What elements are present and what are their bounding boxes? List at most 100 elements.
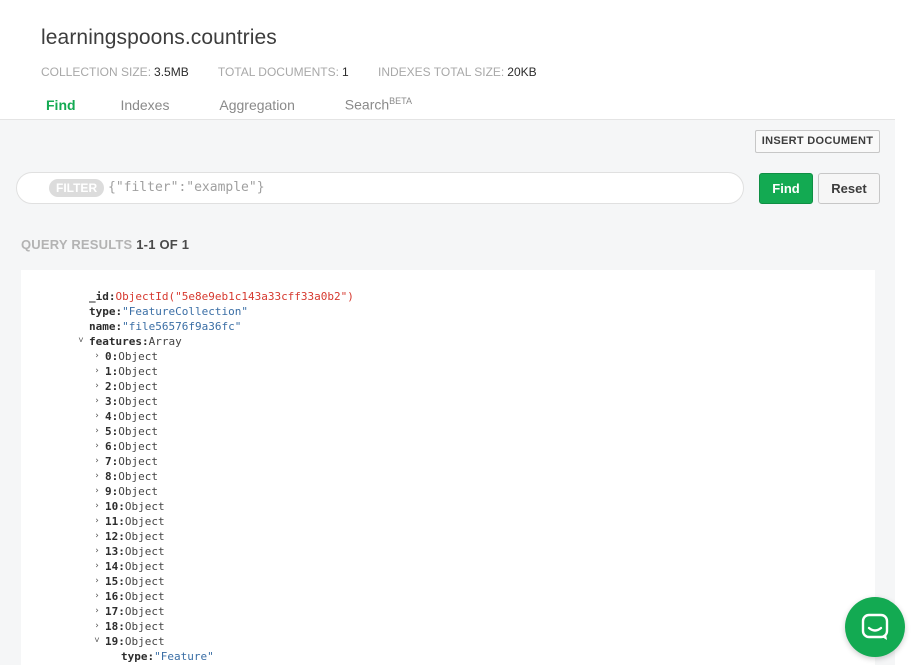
chevron-down-icon[interactable]: ˅ xyxy=(93,634,101,649)
field-content: 19:Object xyxy=(105,634,165,649)
field-key: 6 xyxy=(105,440,112,453)
field-value: Object xyxy=(118,365,158,378)
collection-tabs: Find Indexes Aggregation SearchBETA xyxy=(46,96,458,113)
tab-search[interactable]: SearchBETA xyxy=(345,96,412,113)
field-value: Object xyxy=(124,635,165,648)
field-key: 9 xyxy=(105,485,112,498)
field-value: Object xyxy=(118,395,158,408)
filter-bar[interactable]: FILTER {"filter":"example"} xyxy=(16,172,744,204)
chevron-right-icon[interactable]: › xyxy=(93,424,101,439)
field-value: Object xyxy=(118,440,158,453)
field-content: 1:Object xyxy=(105,364,158,379)
chevron-right-icon[interactable]: › xyxy=(93,574,101,589)
field-value: Object xyxy=(118,455,158,468)
stat-value-total-documents: 1 xyxy=(341,65,349,79)
chevron-right-icon[interactable]: › xyxy=(93,409,101,424)
field-content: 12:Object xyxy=(105,529,165,544)
field-key: 14 xyxy=(105,560,119,573)
stat-value-indexes-size: 20KB xyxy=(507,65,537,79)
field-value: Object xyxy=(124,500,165,513)
field-content: type:"FeatureCollection" xyxy=(89,304,248,319)
query-results-label: QUERY RESULTS 1-1 OF 1 xyxy=(21,237,189,252)
field-value: Object xyxy=(124,560,165,573)
field-key: 15 xyxy=(105,575,119,588)
field-value: Object xyxy=(118,380,158,393)
field-value: Object xyxy=(124,620,165,633)
field-content: 17:Object xyxy=(105,604,165,619)
field-content: 8:Object xyxy=(105,469,158,484)
chevron-right-icon[interactable]: › xyxy=(93,499,101,514)
field-value: "file56576f9a36fc" xyxy=(122,320,242,333)
field-key: type xyxy=(121,650,148,663)
field-key: 11 xyxy=(105,515,119,528)
field-value: "Feature" xyxy=(154,650,214,663)
reset-button[interactable]: Reset xyxy=(818,173,880,204)
field-value: Object xyxy=(118,350,158,363)
collection-header: learningspoons.countries COLLECTION SIZE… xyxy=(0,0,895,120)
field-separator: : xyxy=(118,590,125,603)
field-key: 16 xyxy=(105,590,119,603)
field-separator: : xyxy=(118,515,125,528)
tab-aggregation[interactable]: Aggregation xyxy=(219,97,295,113)
tab-indexes[interactable]: Indexes xyxy=(120,97,169,113)
find-button[interactable]: Find xyxy=(759,173,813,204)
field-value: Object xyxy=(124,530,165,543)
field-key: 3 xyxy=(105,395,112,408)
collection-title: learningspoons.countries xyxy=(41,26,277,49)
collection-stats: COLLECTION SIZE: 3.5MB TOTAL DOCUMENTS: 1 … xyxy=(41,65,563,79)
chevron-right-icon[interactable]: › xyxy=(93,589,101,604)
chat-launcher-button[interactable] xyxy=(845,597,905,657)
field-value: Object xyxy=(124,575,165,588)
field-content: 13:Object xyxy=(105,544,165,559)
tab-find[interactable]: Find xyxy=(46,97,76,113)
chevron-right-icon[interactable]: › xyxy=(93,454,101,469)
field-value: ObjectId("5e8e9eb1c143a33cff33a0b2") xyxy=(115,290,354,303)
find-panel: INSERT DOCUMENT FILTER {"filter":"exampl… xyxy=(0,120,895,670)
field-key: 19 xyxy=(105,635,119,648)
field-key: 13 xyxy=(105,545,119,558)
field-key: _id xyxy=(89,290,109,303)
field-value: Object xyxy=(124,605,165,618)
chevron-right-icon[interactable]: › xyxy=(93,484,101,499)
chevron-right-icon[interactable]: › xyxy=(93,559,101,574)
chevron-right-icon[interactable]: › xyxy=(93,349,101,364)
beta-badge: BETA xyxy=(389,96,412,106)
field-content: 16:Object xyxy=(105,589,165,604)
field-key: type xyxy=(89,305,116,318)
field-content: 7:Object xyxy=(105,454,158,469)
field-content: 4:Object xyxy=(105,409,158,424)
chevron-right-icon[interactable]: › xyxy=(93,439,101,454)
stat-label-indexes-size: INDEXES TOTAL SIZE: xyxy=(378,65,505,79)
insert-document-button[interactable]: INSERT DOCUMENT xyxy=(755,130,880,153)
chevron-down-icon[interactable]: ˅ xyxy=(77,334,85,349)
right-gutter xyxy=(895,0,924,665)
field-content: 18:Object xyxy=(105,619,165,634)
chevron-right-icon[interactable]: › xyxy=(93,469,101,484)
field-content: 5:Object xyxy=(105,424,158,439)
field-separator: : xyxy=(118,575,125,588)
query-results-title: QUERY RESULTS xyxy=(21,237,133,252)
field-separator: : xyxy=(108,290,116,303)
chevron-right-icon[interactable]: › xyxy=(93,394,101,409)
field-separator: : xyxy=(118,605,125,618)
chevron-right-icon[interactable]: › xyxy=(93,364,101,379)
field-content: 11:Object xyxy=(105,514,165,529)
chevron-right-icon[interactable]: › xyxy=(93,514,101,529)
field-content: _id:ObjectId("5e8e9eb1c143a33cff33a0b2") xyxy=(89,289,354,304)
chevron-right-icon[interactable]: › xyxy=(93,604,101,619)
chevron-right-icon[interactable]: › xyxy=(93,529,101,544)
field-key: 0 xyxy=(105,350,112,363)
chat-bubble-icon xyxy=(861,613,889,640)
field-value: Object xyxy=(118,425,158,438)
field-content: 3:Object xyxy=(105,394,158,409)
filter-input[interactable]: {"filter":"example"} xyxy=(108,173,265,203)
field-value: Object xyxy=(124,590,165,603)
field-separator: : xyxy=(118,500,125,513)
field-key: 12 xyxy=(105,530,119,543)
stat-value-collection-size: 3.5MB xyxy=(154,65,189,79)
stat-label-collection-size: COLLECTION SIZE: xyxy=(41,65,152,79)
chevron-right-icon[interactable]: › xyxy=(93,379,101,394)
chevron-right-icon[interactable]: › xyxy=(93,544,101,559)
chevron-right-icon[interactable]: › xyxy=(93,619,101,634)
field-content: 15:Object xyxy=(105,574,165,589)
